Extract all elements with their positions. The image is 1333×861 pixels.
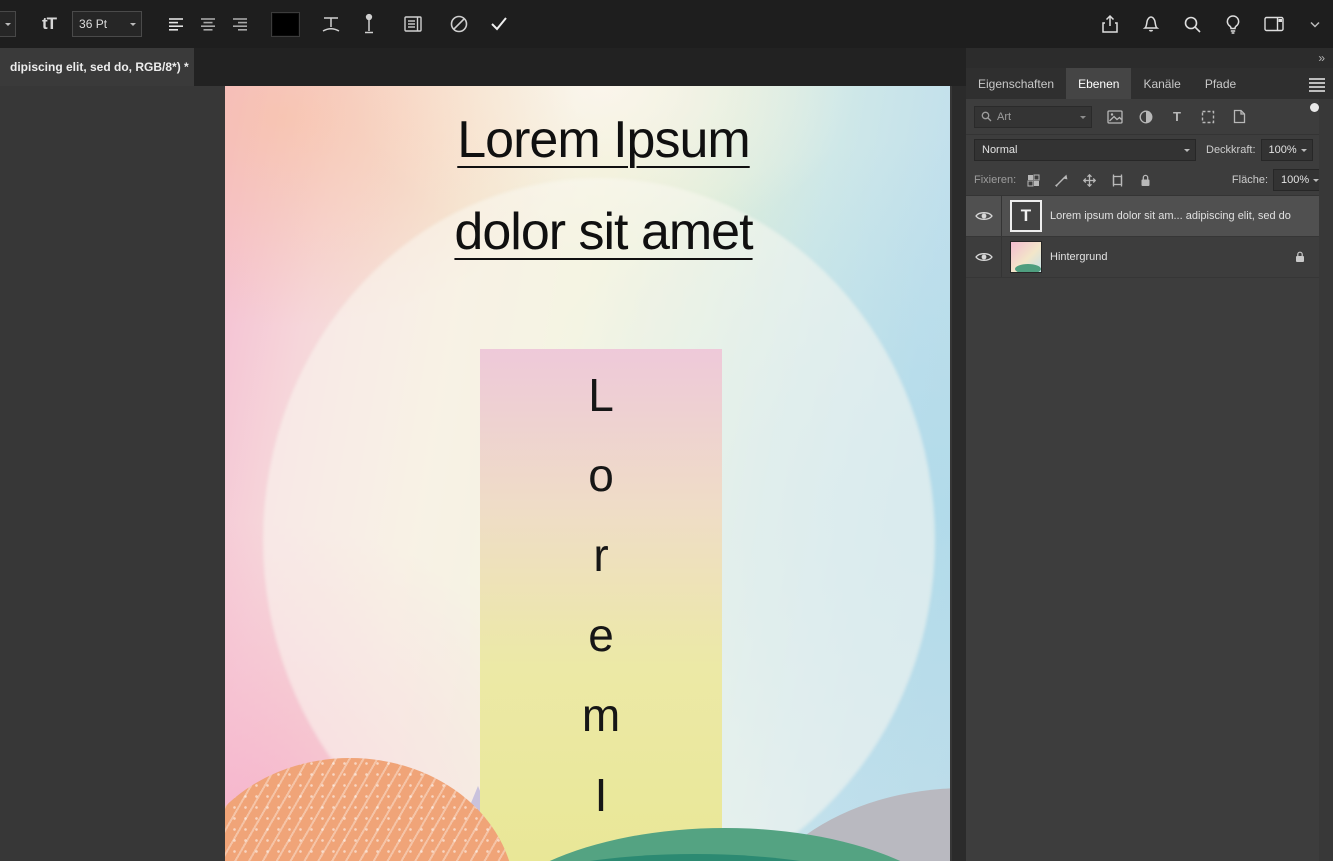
vertical-letter: r: [593, 529, 609, 581]
tab-ebenen[interactable]: Ebenen: [1066, 68, 1132, 99]
text-layer-thumbnail[interactable]: T: [1010, 200, 1042, 232]
vertical-letter: o: [588, 449, 614, 501]
blend-mode-select[interactable]: Normal: [974, 139, 1196, 161]
panel-tab-bar: Eigenschaften Ebenen Kanäle Pfade: [966, 68, 1333, 99]
document-tab-title: dipiscing elit, sed do, RGB/8*) *: [10, 60, 189, 74]
options-bar-left: tT 36 Pt: [0, 0, 511, 48]
fill-label: Fläche:: [1231, 174, 1268, 186]
align-right-button[interactable]: [228, 11, 252, 37]
layer-row-text[interactable]: T Lorem ipsum dolor sit am... adipiscing…: [966, 196, 1319, 237]
lock-all-icon[interactable]: [1136, 171, 1154, 189]
options-bar: tT 36 Pt: [0, 0, 1333, 48]
document-tab[interactable]: dipiscing elit, sed do, RGB/8*) *: [0, 48, 194, 86]
options-bar-right: [1098, 0, 1327, 48]
tab-eigenschaften[interactable]: Eigenschaften: [966, 68, 1066, 99]
text-cursor-icon[interactable]: [357, 11, 381, 37]
panel-collapse-strip: »: [966, 48, 1333, 68]
discover-lightbulb-icon[interactable]: [1221, 11, 1245, 37]
filter-icon-group: T: [1106, 108, 1248, 126]
panel-menu-icon[interactable]: [1309, 76, 1325, 94]
eye-icon: [974, 253, 993, 261]
artwork-vertical-text: L o r e m I p: [480, 355, 722, 861]
font-size-value: 36 Pt: [79, 17, 108, 31]
layers-list: T Lorem ipsum dolor sit am... adipiscing…: [966, 195, 1333, 278]
background-layer-thumbnail[interactable]: [1010, 241, 1042, 273]
chevron-down-icon[interactable]: [1303, 11, 1327, 37]
lock-icon-group: [1024, 171, 1154, 189]
canvas-scrollbar[interactable]: [952, 86, 966, 861]
filter-pixel-layers-icon[interactable]: [1106, 108, 1124, 126]
eye-icon: [974, 212, 993, 220]
search-icon[interactable]: [1180, 11, 1204, 37]
filter-shape-layers-icon[interactable]: [1199, 108, 1217, 126]
fill-select[interactable]: 100%: [1273, 169, 1325, 191]
search-icon: [981, 111, 992, 122]
vertical-letter: L: [588, 369, 614, 421]
vertical-letter: e: [588, 609, 614, 661]
layer-visibility-cell[interactable]: [966, 196, 1002, 236]
tab-kanaele[interactable]: Kanäle: [1131, 68, 1192, 99]
artwork-heading: Lorem Ipsum dolor sit amet: [241, 94, 950, 278]
font-size-select[interactable]: 36 Pt: [72, 11, 143, 37]
warp-text-icon[interactable]: [319, 11, 343, 37]
layer-lock-icon: [1295, 251, 1305, 263]
share-icon[interactable]: [1098, 11, 1122, 37]
layer-visibility-cell[interactable]: [966, 237, 1002, 277]
artwork-heading-line2: dolor sit amet: [454, 203, 753, 261]
align-left-button[interactable]: [164, 11, 188, 37]
notifications-bell-icon[interactable]: [1139, 11, 1163, 37]
document-tab-bar: dipiscing elit, sed do, RGB/8*) *: [0, 48, 966, 86]
lock-image-icon[interactable]: [1052, 171, 1070, 189]
lock-transparency-icon[interactable]: [1024, 171, 1042, 189]
filter-smart-objects-icon[interactable]: [1230, 108, 1248, 126]
lock-position-icon[interactable]: [1080, 171, 1098, 189]
filter-kind-select[interactable]: Art: [974, 105, 1092, 128]
filter-kind-value: Art: [997, 110, 1012, 123]
opacity-label: Deckkraft:: [1206, 144, 1256, 156]
layer-filter-row: Art T: [966, 99, 1333, 135]
layers-panel-body: Art T Normal Deckkraft: 100% Fixieren: F…: [966, 99, 1333, 861]
toggle-panels-icon[interactable]: [401, 11, 425, 37]
vertical-letter: m: [581, 689, 621, 741]
opacity-select[interactable]: 100%: [1260, 139, 1313, 161]
tool-preset-combo[interactable]: [0, 11, 16, 37]
lock-label: Fixieren:: [974, 174, 1017, 186]
panel-scrollbar[interactable]: [1319, 99, 1333, 861]
font-size-icon: tT: [42, 14, 57, 33]
lock-row: Fixieren: Fläche: 100%: [966, 165, 1333, 195]
collapse-panels-icon[interactable]: »: [1318, 51, 1325, 65]
filter-type-layers-icon[interactable]: T: [1168, 108, 1186, 126]
artwork-canvas[interactable]: Lorem Ipsum dolor sit amet L o r e m I p: [225, 86, 950, 861]
text-align-group: [164, 11, 252, 37]
filter-adjustment-layers-icon[interactable]: [1137, 108, 1155, 126]
cancel-icon[interactable]: [447, 11, 471, 37]
artwork-heading-line1: Lorem Ipsum: [457, 111, 750, 169]
right-panel: » Eigenschaften Ebenen Kanäle Pfade Art: [966, 48, 1333, 861]
canvas-area[interactable]: Lorem Ipsum dolor sit amet L o r e m I p: [0, 86, 952, 861]
text-color-swatch[interactable]: [271, 11, 301, 37]
workspace-switcher-icon[interactable]: [1262, 11, 1286, 37]
filter-toggle-dot[interactable]: [1310, 103, 1319, 112]
vertical-letter: I: [594, 769, 608, 821]
artwork-vertical-rect: L o r e m I p: [480, 349, 722, 861]
layer-row-background[interactable]: Hintergrund: [966, 237, 1319, 278]
align-center-button[interactable]: [196, 11, 220, 37]
layer-name: Lorem ipsum dolor sit am... adipiscing e…: [1050, 210, 1291, 222]
lock-artboard-icon[interactable]: [1108, 171, 1126, 189]
tab-pfade[interactable]: Pfade: [1193, 68, 1248, 99]
photoshop-window: tT 36 Pt dipiscing elit, sed do, RGB/8*)…: [0, 0, 1333, 861]
layer-name: Hintergrund: [1050, 251, 1108, 263]
commit-icon[interactable]: [487, 11, 511, 37]
blend-mode-row: Normal Deckkraft: 100%: [966, 135, 1333, 165]
